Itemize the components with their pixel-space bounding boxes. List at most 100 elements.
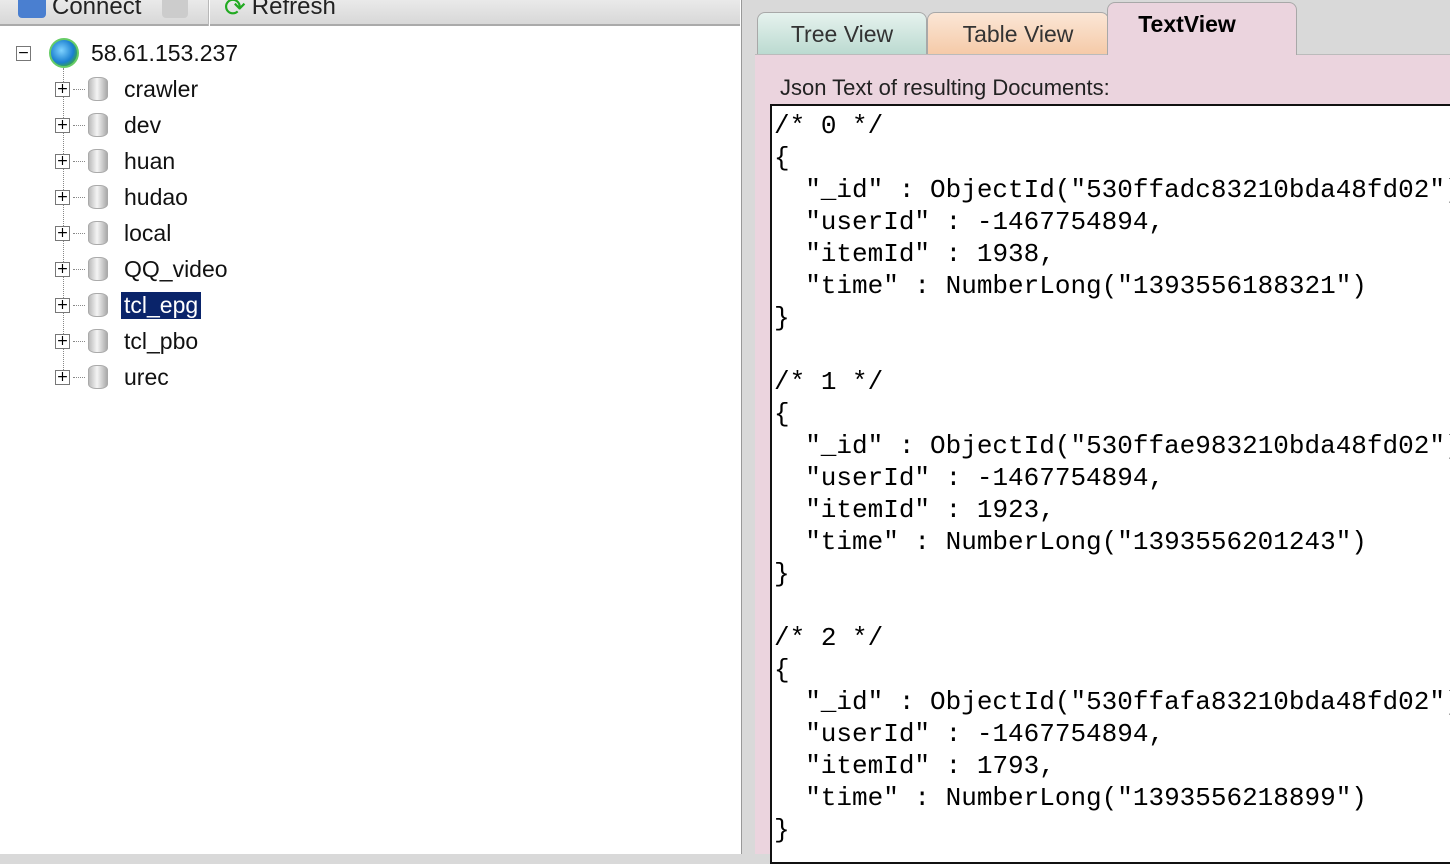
tree-node-database[interactable]: + urec [55,362,169,392]
tab-label: Table View [962,21,1074,47]
json-punct: /* [774,623,821,653]
expand-icon[interactable]: + [55,117,70,133]
json-punct: } [774,303,790,333]
json-line: "time" : NumberLong("1393556201243") [774,526,1450,558]
document-header: /* 2 */ [774,622,1450,654]
json-punct: "itemId" : [774,495,977,525]
document-index: 2 [820,623,837,653]
collapse-icon[interactable]: − [16,45,31,61]
database-icon [88,221,108,245]
database-icon [88,77,108,101]
tree-node-database[interactable]: + crawler [55,74,198,104]
connect-button[interactable]: Connect [18,0,141,22]
tree-connector [73,160,85,162]
toolbar-separator [208,0,210,26]
database-icon [88,113,108,137]
refresh-label: Refresh [251,0,336,20]
panel-label: Json Text of resulting Documents: [780,75,1110,100]
expand-icon[interactable]: + [55,297,70,313]
tree-connector [73,124,85,126]
json-text-area[interactable]: /* 0 */{ "_id" : ObjectId("530ffadc83210… [770,104,1450,864]
json-line: { [774,654,1450,686]
expand-icon[interactable]: + [55,189,70,205]
database-label: local [124,219,172,246]
tab-tree-view[interactable]: Tree View [757,12,927,56]
json-punct: "_id" : ObjectId(" [774,175,1087,205]
expand-icon[interactable]: + [55,369,70,385]
json-punct: { [774,655,790,685]
json-line: "userId" : -1467754894, [774,718,1450,750]
json-punct: { [774,399,790,429]
json-line: } [774,302,1450,334]
json-punct: } [774,559,790,589]
tree-node-database[interactable]: + local [55,218,171,248]
json-punct: */ [836,623,884,653]
tree-node-database[interactable]: + hudao [55,182,188,212]
json-punct: "_id" : ObjectId(" [774,431,1087,461]
document-header: /* 0 */ [774,110,1450,142]
json-line: "userId" : -1467754894, [774,462,1450,494]
disconnect-button[interactable] [162,0,188,22]
expand-icon[interactable]: + [55,261,70,277]
user-id-value: -1467754894 [976,719,1149,749]
json-punct: "itemId" : [774,751,977,781]
tab-text-view[interactable]: TextView [1107,2,1297,55]
tree-node-database[interactable]: + huan [55,146,175,176]
expand-icon[interactable]: + [55,333,70,349]
json-line: "_id" : ObjectId("530ffadc83210bda48fd02… [774,174,1450,206]
database-label: urec [124,363,169,390]
database-label: QQ_video [124,255,228,282]
user-id-value: -1467754894 [976,463,1149,493]
json-punct: , [1148,719,1165,749]
database-icon [88,365,108,389]
expand-icon[interactable]: + [55,225,70,241]
database-label: dev [124,111,162,138]
json-punct: , [1039,751,1055,781]
json-punct: ") [1335,783,1367,813]
json-punct: , [1039,239,1055,269]
json-line: } [774,814,1450,846]
json-punct: "time" : NumberLong(" [774,783,1133,813]
json-punct: { [774,143,790,173]
expand-icon[interactable]: + [55,81,70,97]
json-punct: /* [774,111,821,141]
results-panel: Tree View Table View TextView Json Text … [755,0,1450,864]
json-line: "time" : NumberLong("1393556188321") [774,270,1450,302]
toolbar: Connect ⟳ Refresh [0,0,740,26]
json-punct: , [1039,495,1055,525]
tab-table-view[interactable]: Table View [927,12,1109,56]
item-id-value: 1923 [976,495,1040,525]
connection-tree-panel: Connect ⟳ Refresh − 58.61.153.237 + crawler… [0,0,742,854]
tree-node-database[interactable]: + dev [55,110,161,140]
document-index: 1 [820,367,837,397]
json-punct: ") [1429,431,1450,461]
user-id-value: -1467754894 [976,207,1149,237]
tree-node-database[interactable]: + tcl_pbo [55,326,198,356]
json-line: "itemId" : 1938, [774,238,1450,270]
tree-node-database[interactable]: + QQ_video [55,254,228,284]
expand-icon[interactable]: + [55,153,70,169]
json-punct: */ [836,111,884,141]
database-label: hudao [124,183,188,210]
document-index: 0 [820,111,837,141]
database-label: huan [124,147,176,174]
database-icon [88,329,108,353]
tree-connector [73,340,85,342]
document-header: /* 1 */ [774,366,1450,398]
json-punct: "time" : NumberLong(" [774,527,1133,557]
json-line: } [774,558,1450,590]
tree-node-server[interactable]: − 58.61.153.237 [16,38,238,68]
tree-connector [73,88,85,90]
time-value: 1393556201243 [1132,527,1336,557]
refresh-icon: ⟳ [224,0,246,22]
connect-label: Connect [52,0,142,20]
item-id-value: 1793 [976,751,1040,781]
json-punct: ") [1335,271,1367,301]
json-punct: /* [774,367,821,397]
document-id: 530ffadc83210bda48fd02 [1086,175,1430,205]
refresh-button[interactable]: ⟳ Refresh [224,0,336,22]
json-punct: "userId" : [774,719,977,749]
tree-node-database[interactable]: + tcl_epg [55,290,203,320]
